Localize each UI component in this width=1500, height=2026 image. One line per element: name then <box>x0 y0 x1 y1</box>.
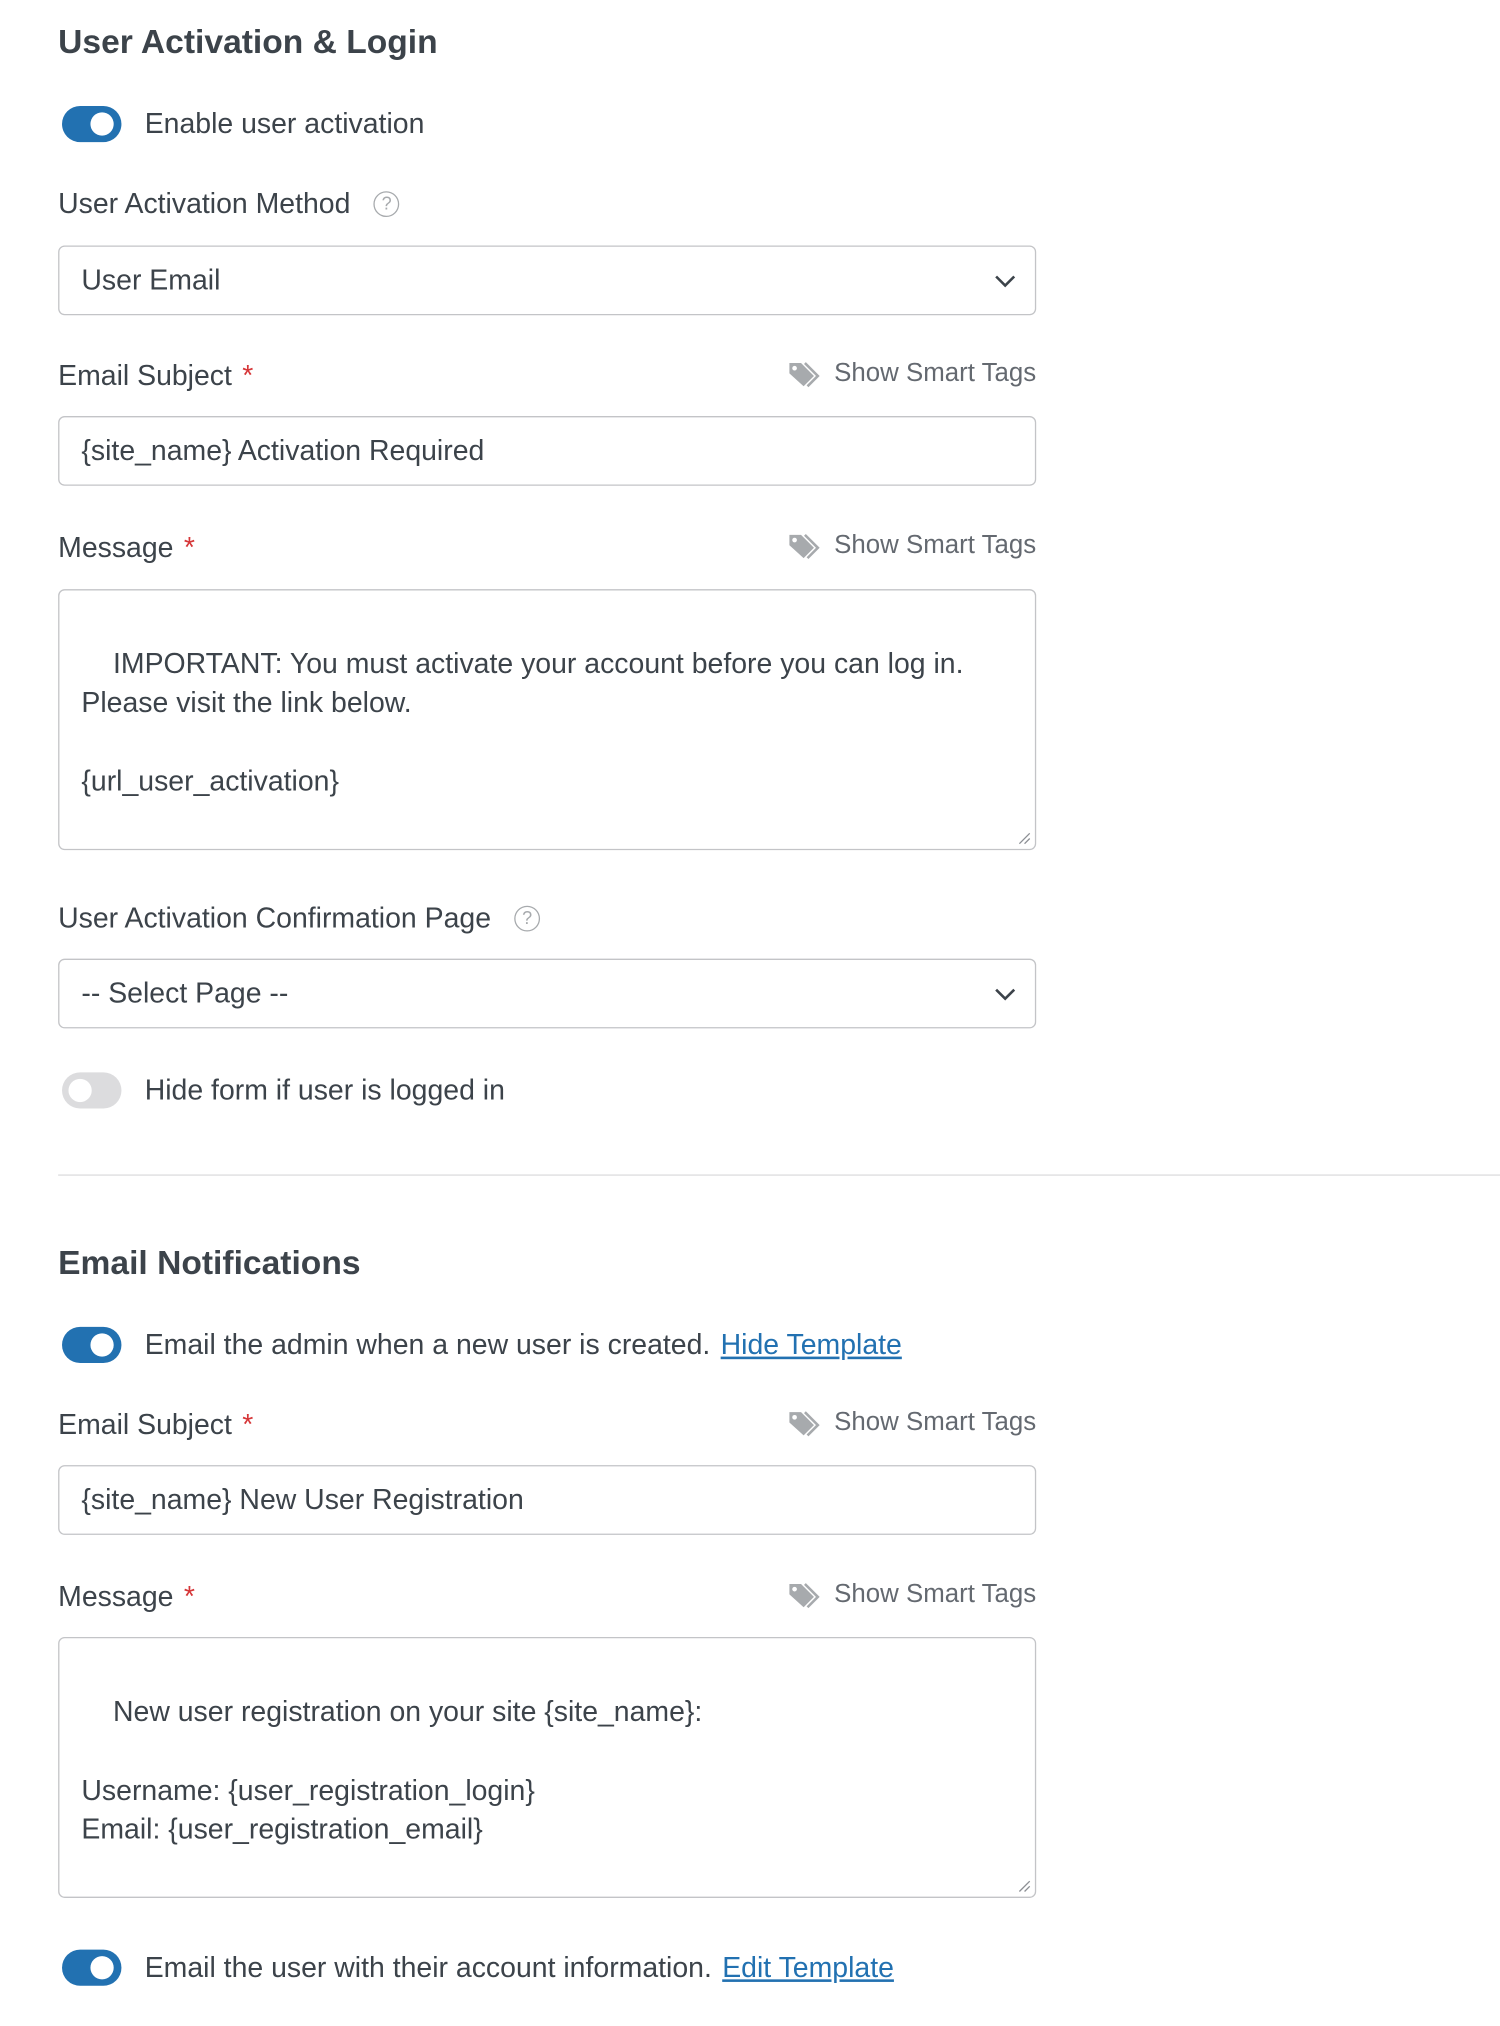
smart-tags-label: Show Smart Tags <box>834 1408 1037 1437</box>
confirm-label: User Activation Confirmation Page <box>58 901 492 935</box>
section-title-activation: User Activation & Login <box>58 21 438 61</box>
show-smart-tags-button[interactable]: Show Smart Tags <box>788 1408 1037 1438</box>
section-title-notifications: Email Notifications <box>58 1242 361 1282</box>
smart-tags-label: Show Smart Tags <box>834 359 1037 388</box>
hide-form-label: Hide form if user is logged in <box>144 1073 505 1106</box>
required-marker: * <box>242 1408 254 1441</box>
activation-subject-input[interactable]: {site_name} Activation Required <box>58 416 1037 486</box>
admin-email-row: Email the admin when a new user is creat… <box>145 1328 902 1362</box>
resize-handle-icon[interactable] <box>1016 829 1032 845</box>
help-icon[interactable]: ? <box>373 191 400 218</box>
resize-handle-icon[interactable] <box>1016 1877 1032 1893</box>
required-marker: * <box>242 359 254 392</box>
tag-icon <box>788 1410 820 1436</box>
method-label-row: User Activation Method ? <box>58 187 400 221</box>
subject-label-row: Email Subject * <box>58 1408 253 1442</box>
admin-message-textarea[interactable]: New user registration on your site {site… <box>58 1636 1037 1898</box>
show-smart-tags-button[interactable]: Show Smart Tags <box>788 359 1037 389</box>
toggle-knob <box>90 1333 114 1357</box>
message-label-row: Message * <box>58 1580 195 1614</box>
confirmation-page-select[interactable]: -- Select Page -- <box>58 958 1037 1029</box>
activation-method-select[interactable]: User Email <box>58 245 1037 316</box>
message-label: Message <box>58 1580 174 1613</box>
admin-email-label: Email the admin when a new user is creat… <box>144 1328 711 1361</box>
user-email-toggle[interactable] <box>62 1949 122 1986</box>
message-text: IMPORTANT: You must activate your accoun… <box>81 646 964 798</box>
show-smart-tags-button[interactable]: Show Smart Tags <box>788 1580 1037 1610</box>
subject-label: Email Subject <box>58 359 232 392</box>
hide-template-link[interactable]: Hide Template <box>721 1328 902 1360</box>
enable-activation-toggle[interactable] <box>62 105 122 143</box>
edit-template-link[interactable]: Edit Template <box>722 1951 894 1983</box>
method-value: User Email <box>81 263 221 296</box>
subject-label-row: Email Subject * <box>58 359 253 393</box>
admin-subject-input[interactable]: {site_name} New User Registration <box>58 1465 1037 1535</box>
tag-icon <box>788 533 820 559</box>
smart-tags-label: Show Smart Tags <box>834 531 1037 560</box>
activation-message-textarea[interactable]: IMPORTANT: You must activate your accoun… <box>58 589 1037 851</box>
enable-activation-label: Enable user activation <box>144 107 425 140</box>
confirm-value: -- Select Page -- <box>81 976 289 1010</box>
method-label: User Activation Method <box>58 187 351 220</box>
hide-form-toggle[interactable] <box>62 1072 122 1109</box>
required-marker: * <box>183 531 195 564</box>
user-email-label: Email the user with their account inform… <box>144 1950 712 1984</box>
section-divider <box>58 1174 1500 1176</box>
smart-tags-label: Show Smart Tags <box>834 1580 1037 1609</box>
confirm-label-row: User Activation Confirmation Page ? <box>58 901 541 936</box>
toggle-knob <box>68 1078 92 1103</box>
show-smart-tags-button[interactable]: Show Smart Tags <box>788 531 1037 561</box>
tag-icon <box>788 1582 820 1608</box>
chevron-down-icon <box>995 275 1016 288</box>
user-email-row: Email the user with their account inform… <box>145 1951 894 1985</box>
message-label: Message <box>58 531 174 564</box>
chevron-down-icon <box>995 988 1016 1001</box>
admin-email-toggle[interactable] <box>62 1326 122 1364</box>
message-text: New user registration on your site {site… <box>81 1694 703 1845</box>
required-marker: * <box>183 1580 195 1613</box>
tag-icon <box>788 361 820 387</box>
help-icon[interactable]: ? <box>514 905 541 932</box>
toggle-knob <box>90 1956 114 1980</box>
subject-label: Email Subject <box>58 1408 232 1441</box>
toggle-knob <box>90 112 114 136</box>
message-label-row: Message * <box>58 531 195 565</box>
